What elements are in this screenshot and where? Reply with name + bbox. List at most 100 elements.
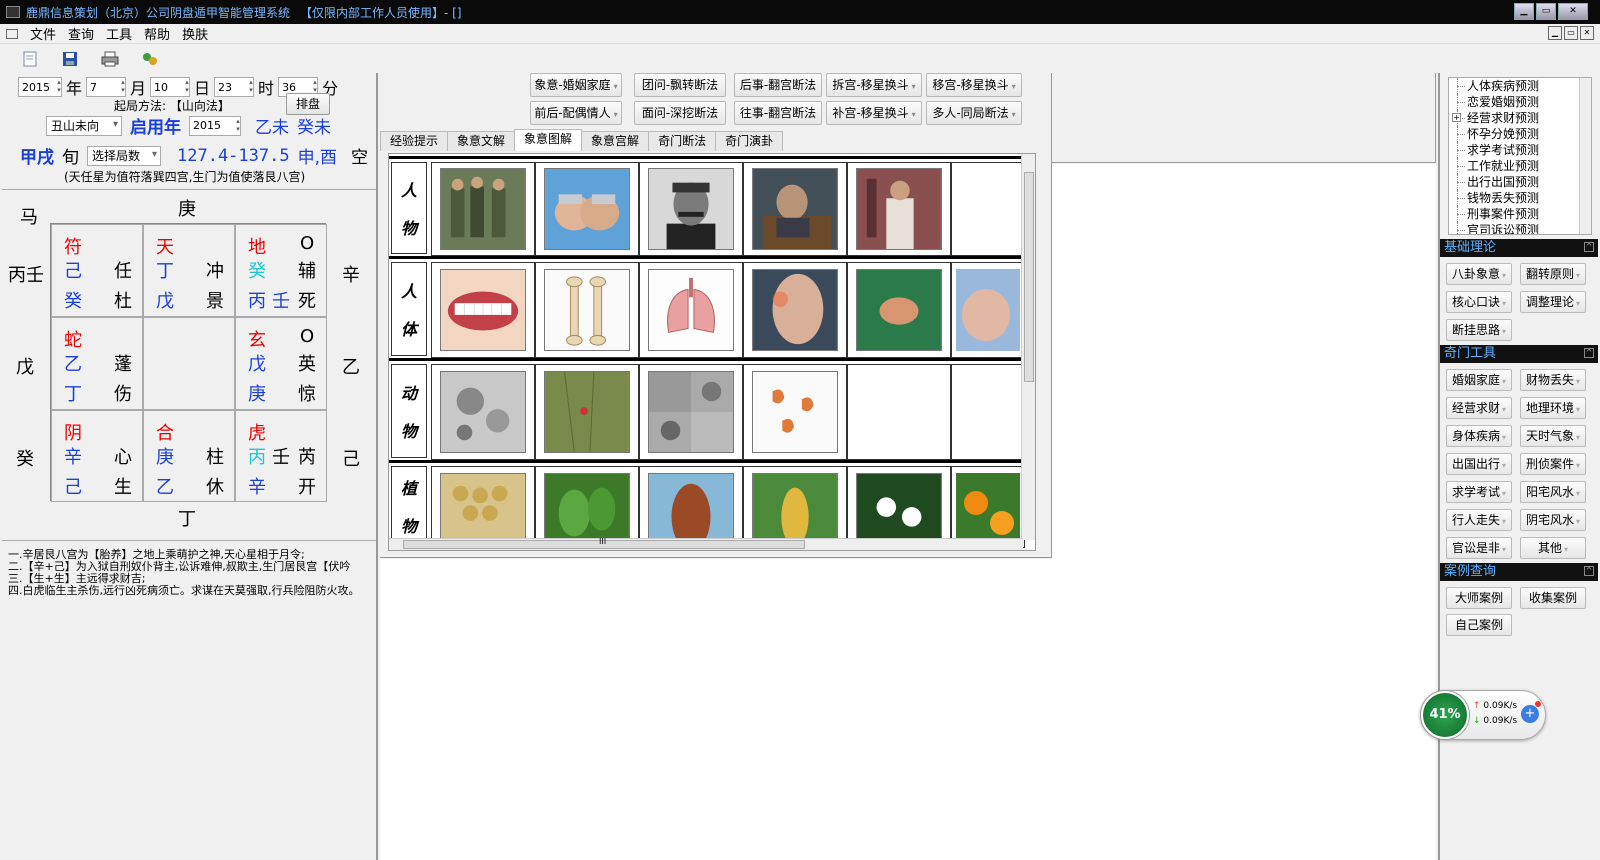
monk-image[interactable] xyxy=(847,162,951,256)
tree-item[interactable]: 刑事案件预测 xyxy=(1449,206,1591,222)
tool-button[interactable]: 官讼是非 xyxy=(1446,537,1512,559)
method-button[interactable]: 前后-配偶情人 xyxy=(530,101,622,125)
handcuffs-image[interactable] xyxy=(535,162,639,256)
scroll-thumb[interactable] xyxy=(1024,172,1034,382)
microscope-image[interactable] xyxy=(639,364,743,460)
tool-button[interactable]: 阴宅风水 xyxy=(1520,509,1586,531)
method-button[interactable]: 多人-同局断法 xyxy=(926,101,1022,125)
sorghum-image[interactable] xyxy=(639,466,743,550)
corn-image[interactable] xyxy=(743,466,847,550)
beans-image[interactable] xyxy=(431,466,535,550)
app-icon[interactable] xyxy=(6,6,20,18)
palace-gen[interactable]: 阴 辛 心 己 生 xyxy=(51,410,143,502)
menu-query[interactable]: 查询 xyxy=(62,24,100,43)
lungs-image[interactable] xyxy=(639,262,743,358)
save-icon[interactable] xyxy=(60,49,80,69)
tree-item[interactable]: 工作就业预测 xyxy=(1449,158,1591,174)
tree-item[interactable]: 出行出国预测 xyxy=(1449,174,1591,190)
basic-button[interactable]: 翻转原则 xyxy=(1520,263,1586,285)
method-button[interactable]: 往事-翻宫断法 xyxy=(734,101,822,125)
new-icon[interactable] xyxy=(20,49,40,69)
basic-button[interactable]: 核心口诀 xyxy=(1446,291,1512,313)
year-spinner[interactable]: 2015 xyxy=(18,77,62,97)
section-basic-header[interactable]: 基础理论 ^ xyxy=(1440,239,1598,257)
method-button[interactable]: 补宫-移星换斗 xyxy=(826,101,922,125)
tree-item[interactable]: + 经营求财预测 xyxy=(1449,110,1591,126)
palace-li[interactable]: 天 丁 冲 戊 景 xyxy=(143,224,235,317)
section-cases-header[interactable]: 案例查询 ^ xyxy=(1440,563,1598,581)
method-button[interactable]: 象意-婚姻家庭 xyxy=(530,73,622,97)
ju-select[interactable]: 选择局数 xyxy=(87,145,161,166)
basic-button[interactable]: 调整理论 xyxy=(1520,291,1586,313)
tree-item[interactable]: 怀孕分娩预测 xyxy=(1449,126,1591,142)
tree-scrollbar[interactable] xyxy=(1579,78,1591,234)
palace-xun[interactable]: 符 己 任 癸 杜 xyxy=(51,224,143,317)
foot-image[interactable] xyxy=(951,262,1025,358)
mdi-minimize-button[interactable]: ▁ xyxy=(1548,26,1562,40)
tab-experience[interactable]: 经验提示 xyxy=(380,131,449,151)
tab-judgement[interactable]: 奇门断法 xyxy=(648,131,717,151)
tool-button[interactable]: 刑侦案件 xyxy=(1520,453,1586,475)
method-button[interactable]: 面问-深挖断法 xyxy=(634,101,726,125)
month-spinner[interactable]: 7 xyxy=(86,77,127,97)
embryo-image[interactable] xyxy=(743,364,847,460)
use-year-spinner[interactable]: 2015 xyxy=(189,115,241,136)
collapse-icon[interactable]: ^ xyxy=(1584,242,1594,252)
menu-help[interactable]: 帮助 xyxy=(138,24,176,43)
tree-item[interactable]: 官司诉讼预测 xyxy=(1449,222,1591,234)
bone-image[interactable] xyxy=(535,262,639,358)
section-tools-header[interactable]: 奇门工具 ^ xyxy=(1440,345,1598,363)
palace-kun[interactable]: 地 O 癸 辅 丙 壬 死 xyxy=(235,224,327,317)
tab-image-meaning[interactable]: 象意图解 xyxy=(514,129,583,151)
network-monitor[interactable]: 41% ↑ 0.09K/s ↓ 0.09K/s + xyxy=(1420,690,1546,740)
collapse-icon[interactable]: ^ xyxy=(1584,348,1594,358)
method-button[interactable]: 移宫-移星换斗 xyxy=(926,73,1022,97)
plugin-icon[interactable] xyxy=(140,49,160,69)
knee-image[interactable] xyxy=(743,262,847,358)
tool-button[interactable]: 行人走失 xyxy=(1446,509,1512,531)
tool-button[interactable]: 天时气象 xyxy=(1520,425,1586,447)
arrange-button[interactable]: 排盘 xyxy=(286,93,330,115)
master-cases-button[interactable]: 大师案例 xyxy=(1446,587,1512,609)
mdi-restore-button[interactable]: ▭ xyxy=(1564,26,1578,40)
palace-qian[interactable]: 虎 丙 壬 芮 辛 开 xyxy=(235,410,327,502)
basic-button[interactable]: 断挂思路 xyxy=(1446,319,1512,341)
tree-item[interactable]: 人体疾病预测 xyxy=(1449,78,1591,94)
expand-icon[interactable]: + xyxy=(1452,113,1461,122)
palace-zhen[interactable]: 蛇 乙 蓬 丁 伤 xyxy=(51,317,143,410)
basic-button[interactable]: 八卦象意 xyxy=(1446,263,1512,285)
tree-item[interactable]: 恋爱婚姻预测 xyxy=(1449,94,1591,110)
own-cases-button[interactable]: 自己案例 xyxy=(1446,614,1512,636)
portrait-image[interactable] xyxy=(639,162,743,256)
tool-button[interactable]: 其他 xyxy=(1520,537,1586,559)
leaves-image[interactable] xyxy=(535,466,639,550)
minimize-button[interactable]: ▁ xyxy=(1514,3,1534,20)
tool-button[interactable]: 身体疾病 xyxy=(1446,425,1512,447)
skin-image[interactable] xyxy=(847,262,951,358)
marigold-image[interactable] xyxy=(951,466,1025,550)
palace-center[interactable] xyxy=(143,317,235,410)
direction-select[interactable]: 丑山未向 xyxy=(46,115,122,136)
tool-button[interactable]: 婚姻家庭 xyxy=(1446,369,1512,391)
teeth-image[interactable] xyxy=(431,262,535,358)
hour-spinner[interactable]: 23 xyxy=(214,77,255,97)
menu-tools[interactable]: 工具 xyxy=(100,24,138,43)
mdi-close-button[interactable]: ✕ xyxy=(1580,26,1594,40)
tree-item[interactable]: 求学考试预测 xyxy=(1449,142,1591,158)
print-icon[interactable] xyxy=(100,49,120,69)
tab-hexagram[interactable]: 奇门演卦 xyxy=(715,131,784,151)
tool-button[interactable]: 阳宅风水 xyxy=(1520,481,1586,503)
close-button[interactable]: ✕ xyxy=(1558,3,1588,20)
collected-cases-button[interactable]: 收集案例 xyxy=(1520,587,1586,609)
tab-palace-meaning[interactable]: 象意宫解 xyxy=(581,131,650,151)
plus-icon[interactable]: + xyxy=(1521,705,1539,723)
method-button[interactable]: 团问-飘转断法 xyxy=(634,73,726,97)
cells-image[interactable] xyxy=(431,364,535,460)
tool-button[interactable]: 财物丢失 xyxy=(1520,369,1586,391)
palace-dui[interactable]: 玄 O 戊 英 庚 惊 xyxy=(235,317,327,410)
method-button[interactable]: 拆宫-移星换斗 xyxy=(826,73,922,97)
official-image[interactable] xyxy=(743,162,847,256)
menu-skin[interactable]: 换肤 xyxy=(176,24,214,43)
memory-usage[interactable]: 41% xyxy=(1421,691,1469,739)
tree-item[interactable]: 钱物丢失预测 xyxy=(1449,190,1591,206)
